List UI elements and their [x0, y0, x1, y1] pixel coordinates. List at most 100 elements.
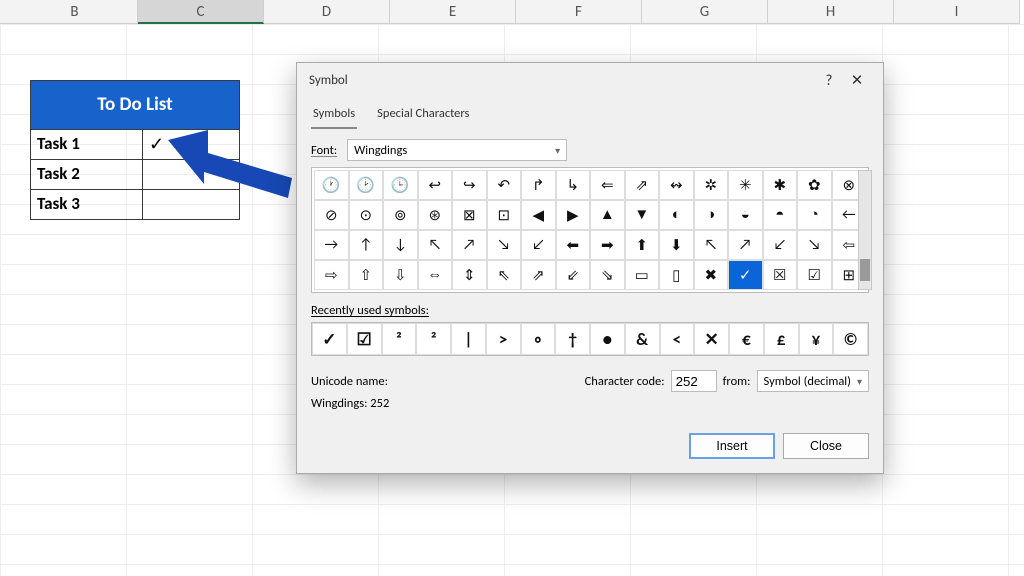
symbol-cell[interactable]: ⇘ — [590, 260, 625, 290]
recent-symbol-cell[interactable]: ✓ — [312, 323, 347, 355]
char-code-input[interactable] — [671, 370, 717, 392]
symbol-cell[interactable]: ✲ — [694, 170, 729, 200]
recent-symbol-cell[interactable]: ∘ — [521, 323, 556, 355]
symbol-cell[interactable]: ▲ — [590, 200, 625, 230]
symbol-cell[interactable]: ↶ — [487, 170, 522, 200]
symbol-cell[interactable]: ✓ — [728, 260, 763, 290]
symbol-cell[interactable]: ⇙ — [556, 260, 591, 290]
symbol-cell[interactable]: ↘ — [487, 230, 522, 260]
symbol-cell[interactable]: ⇨ — [314, 260, 349, 290]
font-dropdown[interactable]: Wingdings ▾ — [347, 139, 567, 161]
symbol-cell[interactable]: ⇐ — [590, 170, 625, 200]
recent-symbol-cell[interactable]: £ — [764, 323, 799, 355]
symbol-grid: 🕐🕑🕒↩↪↶↱↳⇐⇗↭✲✳✱✿⊗⊘⊙⊚⊛⊠⊡◀▶▲▼◐◑◒◓◔←→↑↓↖↗↘↙⬅… — [314, 170, 866, 290]
col-header[interactable]: E — [390, 0, 516, 24]
symbol-cell[interactable]: ⇧ — [349, 260, 384, 290]
symbol-cell[interactable]: ⇩ — [383, 260, 418, 290]
symbol-cell[interactable]: ✱ — [763, 170, 798, 200]
symbol-cell[interactable]: ↑ — [349, 230, 384, 260]
symbol-cell[interactable]: ↗ — [728, 230, 763, 260]
symbol-cell[interactable]: ⬅ — [556, 230, 591, 260]
symbol-cell[interactable]: ↙ — [521, 230, 556, 260]
symbol-cell[interactable]: ▯ — [659, 260, 694, 290]
symbol-cell[interactable]: ↖ — [694, 230, 729, 260]
recent-symbol-cell[interactable]: < — [660, 323, 695, 355]
symbol-cell[interactable]: ☒ — [763, 260, 798, 290]
col-header[interactable]: F — [516, 0, 642, 24]
dialog-title: Symbol — [309, 73, 815, 88]
symbol-cell[interactable]: ↙ — [763, 230, 798, 260]
recent-grid: ✓☑²²|>∘†●&<✕€£¥© — [311, 322, 869, 356]
col-header[interactable]: B — [12, 0, 138, 24]
symbol-cell[interactable]: ⬇ — [659, 230, 694, 260]
font-value: Wingdings — [354, 143, 407, 158]
symbol-cell[interactable]: → — [314, 230, 349, 260]
symbol-cell[interactable]: ✳ — [728, 170, 763, 200]
recent-symbol-cell[interactable]: ● — [590, 323, 625, 355]
symbol-cell[interactable]: ⇕ — [452, 260, 487, 290]
symbol-cell[interactable]: ✖ — [694, 260, 729, 290]
symbol-cell[interactable]: ➡ — [590, 230, 625, 260]
symbol-cell[interactable]: ⊘ — [314, 200, 349, 230]
symbol-cell[interactable]: ◀ — [521, 200, 556, 230]
recent-symbol-cell[interactable]: ¥ — [799, 323, 834, 355]
symbol-cell[interactable]: ▶ — [556, 200, 591, 230]
col-header[interactable]: H — [768, 0, 894, 24]
recent-symbol-cell[interactable]: ² — [416, 323, 451, 355]
close-button[interactable]: Close — [783, 433, 869, 459]
symbol-cell[interactable]: ⊚ — [383, 200, 418, 230]
dialog-titlebar[interactable]: Symbol ? ✕ — [297, 63, 883, 94]
symbol-cell[interactable]: ↩ — [418, 170, 453, 200]
recent-symbol-cell[interactable]: ² — [382, 323, 417, 355]
symbol-cell[interactable]: ↪ — [452, 170, 487, 200]
symbol-cell[interactable]: ▼ — [625, 200, 660, 230]
recent-symbol-cell[interactable]: | — [451, 323, 486, 355]
symbol-cell[interactable]: 🕐 — [314, 170, 349, 200]
symbol-cell[interactable]: ↭ — [659, 170, 694, 200]
recent-symbol-cell[interactable]: © — [833, 323, 868, 355]
symbol-cell[interactable]: 🕑 — [349, 170, 384, 200]
recent-symbol-cell[interactable]: > — [486, 323, 521, 355]
symbol-cell[interactable]: ⊛ — [418, 200, 453, 230]
symbol-cell[interactable]: ⊡ — [487, 200, 522, 230]
symbol-cell[interactable]: ◐ — [659, 200, 694, 230]
symbol-cell[interactable]: ◒ — [728, 200, 763, 230]
recent-symbol-cell[interactable]: € — [729, 323, 764, 355]
col-header[interactable]: D — [264, 0, 390, 24]
tab-special-characters[interactable]: Special Characters — [375, 100, 471, 129]
symbol-cell[interactable]: ◔ — [797, 200, 832, 230]
symbol-cell[interactable]: ⇗ — [625, 170, 660, 200]
symbol-cell[interactable]: ⊠ — [452, 200, 487, 230]
symbol-cell[interactable]: ↱ — [521, 170, 556, 200]
symbol-cell[interactable]: ⇗ — [521, 260, 556, 290]
recent-symbol-cell[interactable]: & — [625, 323, 660, 355]
from-value: Symbol (decimal) — [764, 374, 851, 389]
recent-symbol-cell[interactable]: ✕ — [694, 323, 729, 355]
from-dropdown[interactable]: Symbol (decimal) ▾ — [757, 370, 869, 392]
symbol-cell[interactable]: ⇔ — [418, 260, 453, 290]
symbol-cell[interactable]: ✿ — [797, 170, 832, 200]
col-header[interactable]: C — [138, 0, 264, 24]
symbol-scrollbar[interactable] — [858, 170, 872, 290]
col-header[interactable]: I — [894, 0, 1020, 24]
col-header[interactable]: G — [642, 0, 768, 24]
tab-symbols[interactable]: Symbols — [311, 100, 357, 129]
insert-button[interactable]: Insert — [689, 433, 775, 459]
symbol-cell[interactable]: ↘ — [797, 230, 832, 260]
symbol-cell[interactable]: ▭ — [625, 260, 660, 290]
symbol-cell[interactable]: ⊙ — [349, 200, 384, 230]
symbol-cell[interactable]: ☑ — [797, 260, 832, 290]
symbol-cell[interactable]: ◓ — [763, 200, 798, 230]
close-icon[interactable]: ✕ — [843, 71, 871, 90]
symbol-cell[interactable]: ↳ — [556, 170, 591, 200]
recent-symbol-cell[interactable]: ☑ — [347, 323, 382, 355]
symbol-cell[interactable]: ◑ — [694, 200, 729, 230]
recent-symbol-cell[interactable]: † — [555, 323, 590, 355]
symbol-cell[interactable]: ⇖ — [487, 260, 522, 290]
symbol-cell[interactable]: ↗ — [452, 230, 487, 260]
symbol-cell[interactable]: ↓ — [383, 230, 418, 260]
help-icon[interactable]: ? — [815, 72, 843, 90]
symbol-cell[interactable]: ↖ — [418, 230, 453, 260]
symbol-cell[interactable]: ⬆ — [625, 230, 660, 260]
symbol-cell[interactable]: 🕒 — [383, 170, 418, 200]
